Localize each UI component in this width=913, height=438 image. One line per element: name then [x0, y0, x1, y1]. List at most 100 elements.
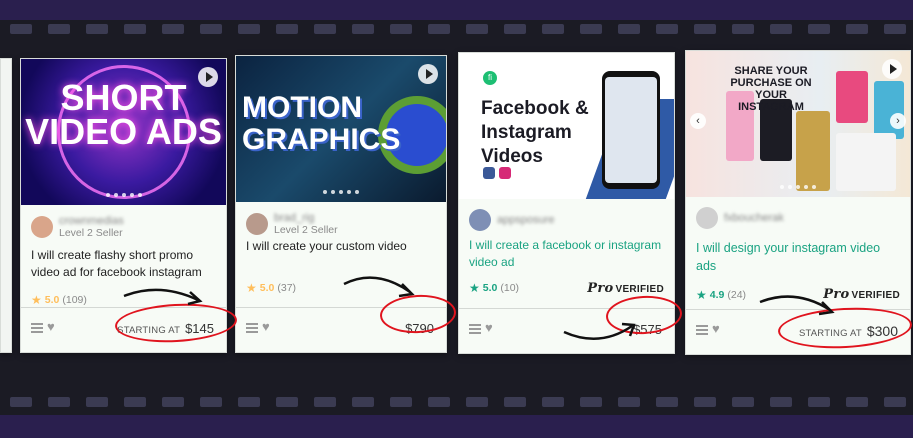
- gig-card-3[interactable]: fi Facebook & Instagram Videos appsposur…: [458, 52, 675, 354]
- price-link[interactable]: $790: [405, 321, 434, 336]
- film-perforation: [846, 397, 868, 407]
- thumbnail-title: Facebook & Instagram Videos: [481, 98, 589, 167]
- film-perforation: [10, 24, 32, 34]
- thumbnail-title: MOTION GRAPHICS: [242, 91, 401, 156]
- film-perforations-bottom: [0, 397, 913, 411]
- thumbnail-title: SHORT VIDEO ADS: [25, 77, 222, 152]
- heart-icon[interactable]: ♥: [485, 320, 493, 335]
- rating: ★ 5.0 (10): [469, 281, 519, 295]
- film-perforation: [238, 397, 260, 407]
- seller-info[interactable]: crownmedias Level 2 Seller: [31, 215, 124, 239]
- heart-icon[interactable]: ♥: [712, 321, 720, 336]
- avatar[interactable]: [246, 213, 268, 235]
- film-perforation: [390, 24, 412, 34]
- film-perforation: [542, 397, 564, 407]
- seller-level: Level 2 Seller: [274, 224, 338, 236]
- film-perforation: [884, 397, 906, 407]
- gig-card-2[interactable]: MOTION GRAPHICS brad_rig Level 2 Seller …: [235, 55, 447, 353]
- film-perforation: [504, 397, 526, 407]
- gig-title-link[interactable]: I will create flashy short promo video a…: [31, 247, 218, 281]
- seller-info[interactable]: brad_rig Level 2 Seller: [246, 212, 338, 236]
- seller-level: Level 2 Seller: [59, 227, 123, 239]
- film-perforation: [48, 397, 70, 407]
- gig-thumbnail[interactable]: MOTION GRAPHICS: [236, 56, 446, 202]
- film-perforation: [390, 397, 412, 407]
- film-perforation: [732, 24, 754, 34]
- seller-name[interactable]: fxboucherak: [724, 212, 784, 224]
- film-perforation: [86, 397, 108, 407]
- film-perforation: [618, 24, 640, 34]
- brand-logo: fi: [483, 71, 497, 85]
- gig-thumbnail[interactable]: SHORT VIDEO ADS: [21, 59, 226, 205]
- carousel-dots[interactable]: [686, 185, 910, 189]
- price[interactable]: $575: [633, 322, 662, 337]
- chevron-left-icon[interactable]: ‹: [690, 113, 706, 129]
- film-perforation: [48, 24, 70, 34]
- film-perforation: [846, 24, 868, 34]
- heart-icon[interactable]: ♥: [262, 319, 270, 334]
- pro-verified-badge: Pro VERIFIED: [587, 281, 664, 296]
- starting-at-label: STARTING AT: [798, 328, 862, 339]
- star-icon: ★: [246, 281, 257, 295]
- gig-card-4[interactable]: SHARE YOUR PURCHASE ON YOUR INSTAGRAM ‹ …: [685, 50, 911, 355]
- film-perforation: [314, 24, 336, 34]
- carousel-dots[interactable]: [236, 190, 446, 194]
- card-footer: ♥ $790: [236, 307, 446, 352]
- facebook-icon: [483, 167, 495, 179]
- instagram-icon: [499, 167, 511, 179]
- seller-name[interactable]: appsposure: [497, 214, 555, 226]
- rating-count: (24): [727, 289, 747, 301]
- film-perforation: [694, 24, 716, 34]
- card-footer: ♥ STARTING AT $145: [21, 307, 226, 352]
- price[interactable]: $790: [405, 321, 434, 336]
- avatar[interactable]: [469, 209, 491, 231]
- rating: ★ 5.0 (109): [31, 293, 87, 307]
- list-icon[interactable]: [31, 323, 43, 333]
- play-icon[interactable]: [418, 64, 438, 84]
- price-link[interactable]: $575: [633, 322, 662, 337]
- carousel-dots[interactable]: [21, 193, 226, 197]
- seller-info[interactable]: fxboucherak: [696, 207, 784, 229]
- collage-tile: [874, 81, 904, 139]
- film-perforation: [656, 24, 678, 34]
- price[interactable]: $145: [185, 321, 214, 336]
- film-perforation: [466, 24, 488, 34]
- seller-name[interactable]: crownmedias: [59, 215, 124, 227]
- gig-title-link[interactable]: I will design your instagram video ads: [696, 239, 902, 275]
- film-perforation: [162, 397, 184, 407]
- heart-icon[interactable]: ♥: [47, 319, 55, 334]
- price[interactable]: $300: [867, 323, 898, 339]
- gig-thumbnail[interactable]: SHARE YOUR PURCHASE ON YOUR INSTAGRAM ‹ …: [686, 51, 910, 197]
- collage-tile: [836, 133, 896, 191]
- chevron-right-icon[interactable]: ›: [890, 113, 906, 129]
- film-perforation: [884, 24, 906, 34]
- gig-title-link[interactable]: I will create your custom video: [246, 238, 438, 255]
- play-icon[interactable]: [882, 59, 902, 79]
- gig-title-link[interactable]: I will create a facebook or instagram vi…: [469, 237, 666, 271]
- film-perforation: [770, 397, 792, 407]
- price-link[interactable]: STARTING AT $300: [799, 323, 898, 339]
- rating: ★ 4.9 (24): [696, 288, 746, 302]
- play-icon[interactable]: [198, 67, 218, 87]
- rating-score: 4.9: [709, 289, 725, 301]
- collage-tile: [796, 111, 830, 191]
- phone-mockup: [602, 71, 660, 189]
- film-perforation: [808, 24, 830, 34]
- seller-name[interactable]: brad_rig: [274, 212, 338, 224]
- avatar[interactable]: [696, 207, 718, 229]
- price-link[interactable]: STARTING AT $145: [117, 321, 214, 336]
- film-perforation: [124, 397, 146, 407]
- seller-info[interactable]: appsposure: [469, 209, 555, 231]
- list-icon[interactable]: [469, 324, 481, 334]
- social-icons: [483, 167, 511, 179]
- star-icon: ★: [31, 293, 42, 307]
- card-footer: ♥ $575: [459, 308, 674, 353]
- gig-thumbnail[interactable]: fi Facebook & Instagram Videos: [459, 53, 674, 199]
- rating-count: (10): [500, 282, 520, 294]
- list-icon[interactable]: [246, 323, 258, 333]
- avatar[interactable]: [31, 216, 53, 238]
- film-perforation: [200, 397, 222, 407]
- film-perforation: [694, 397, 716, 407]
- gig-card-1[interactable]: SHORT VIDEO ADS crownmedias Level 2 Sell…: [20, 58, 227, 353]
- list-icon[interactable]: [696, 325, 708, 335]
